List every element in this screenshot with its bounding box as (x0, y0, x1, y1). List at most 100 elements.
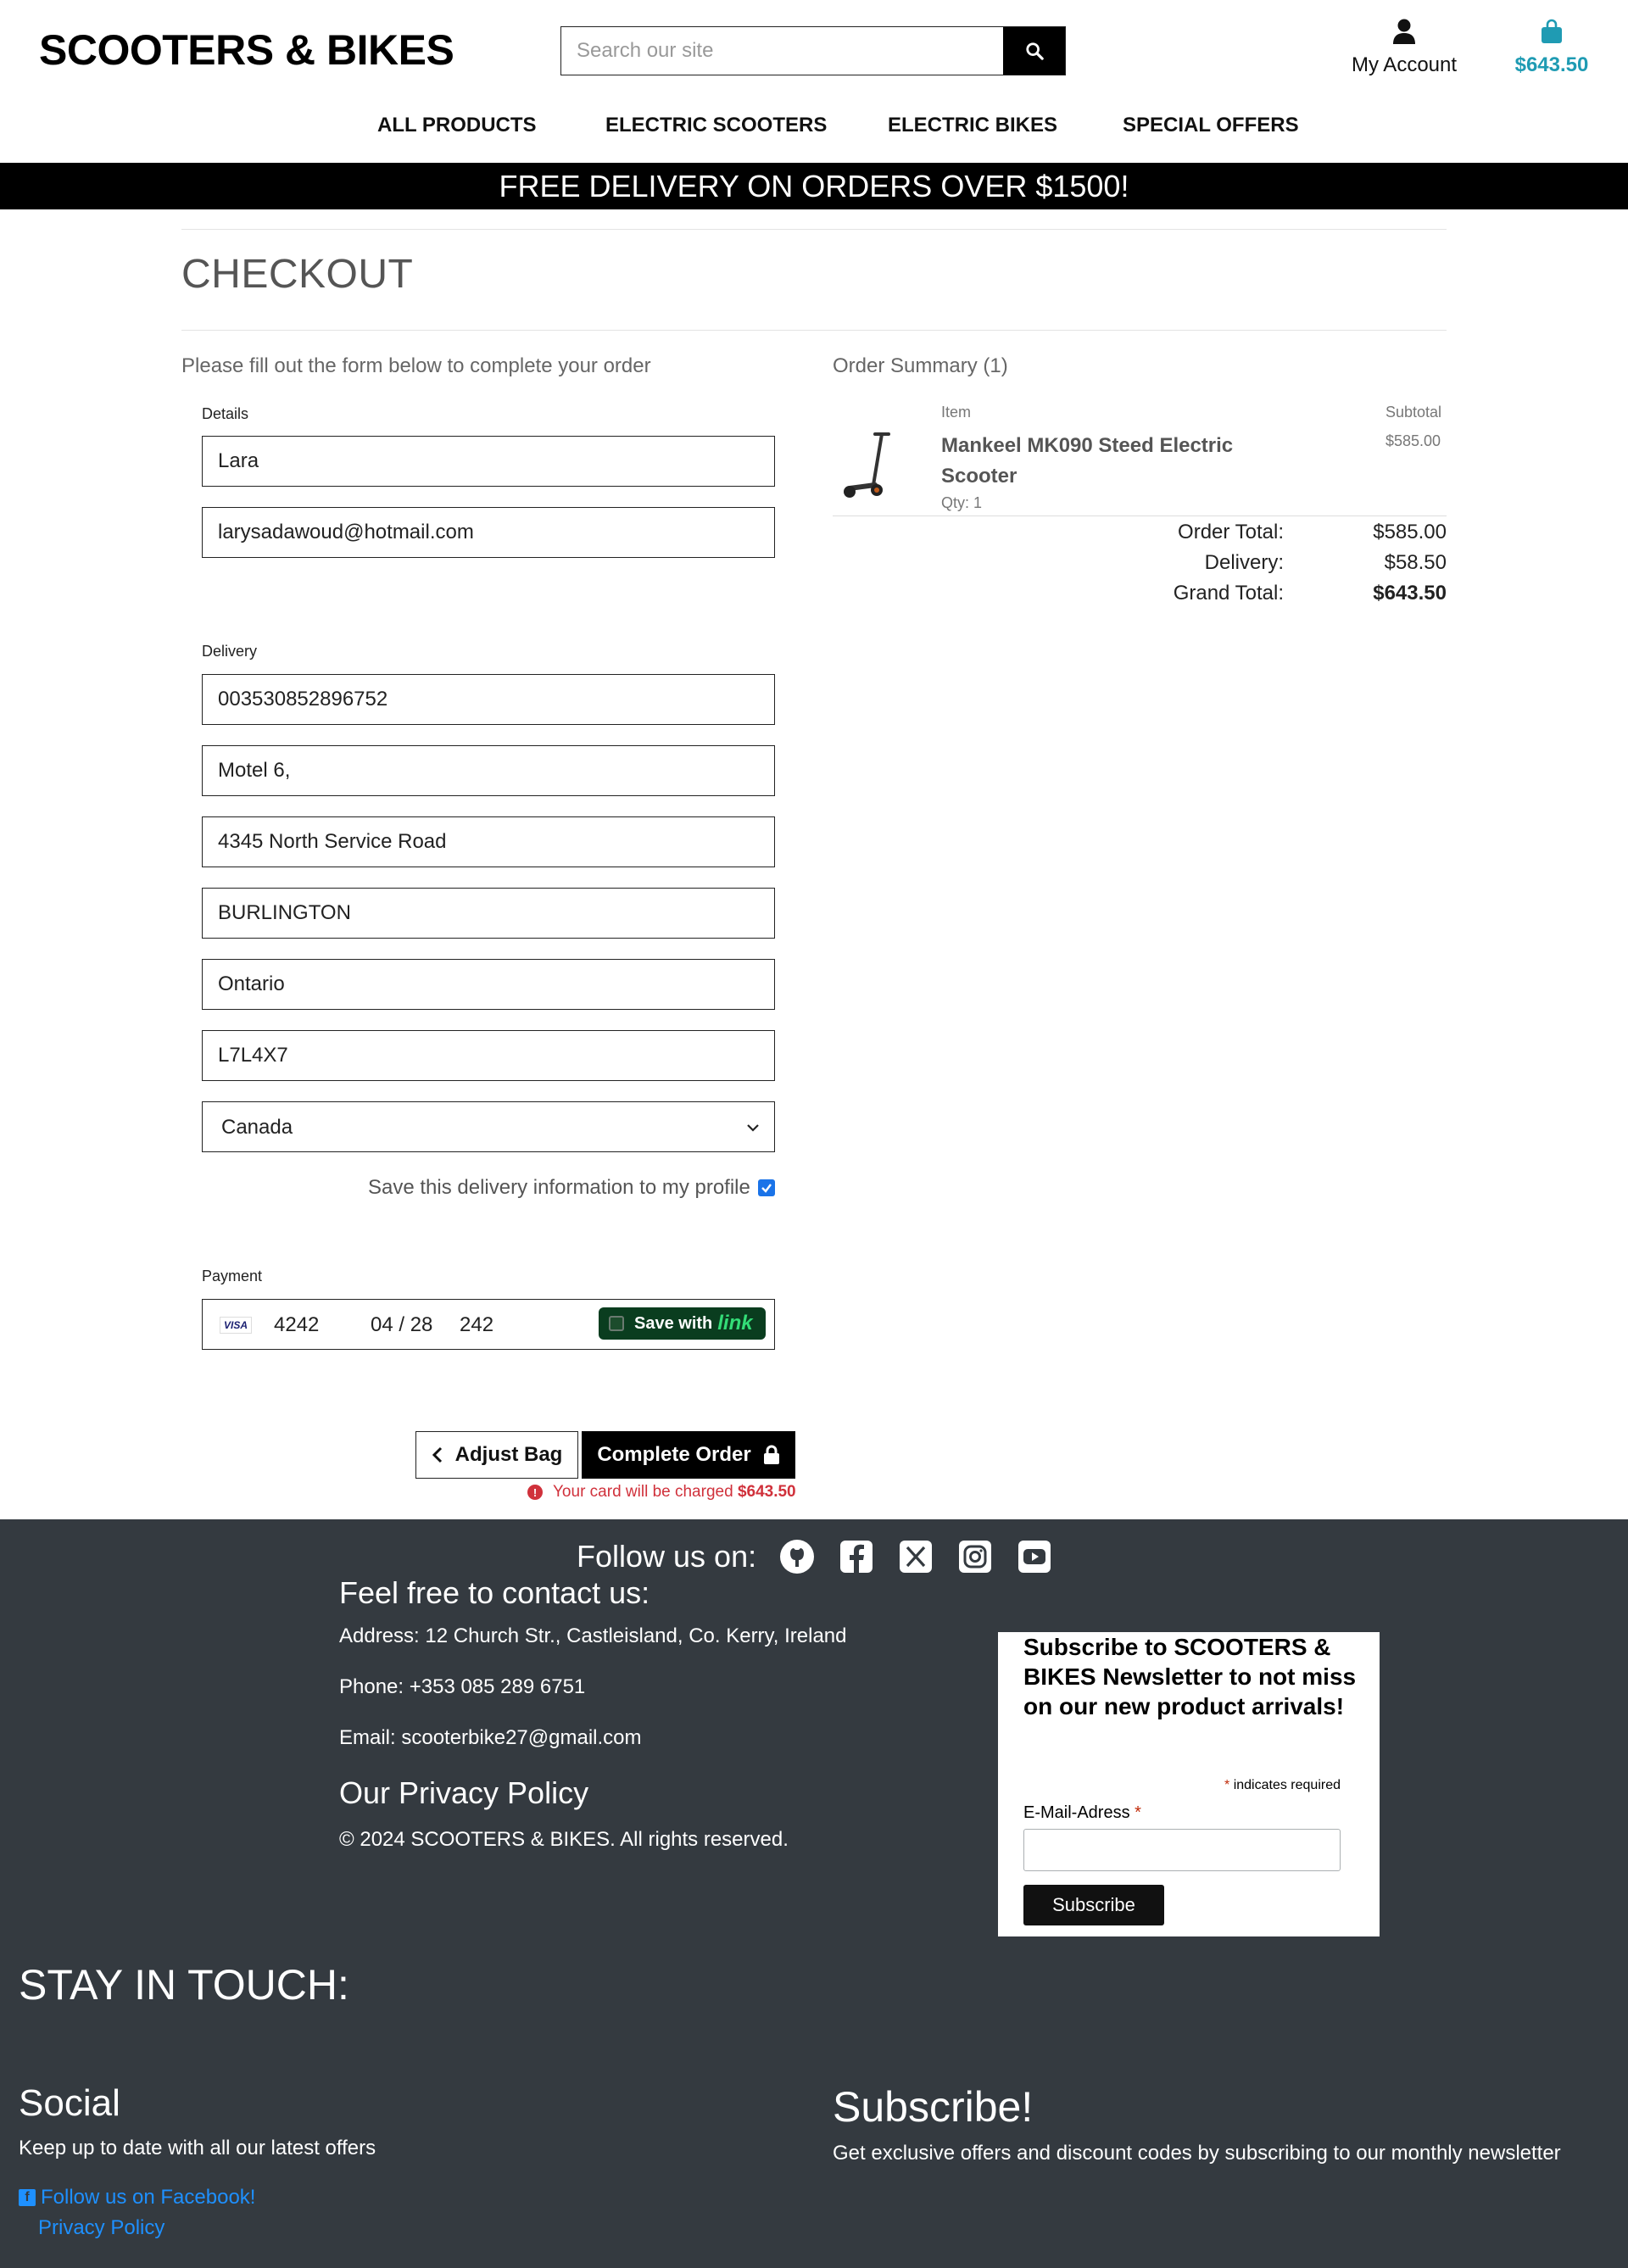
privacy-policy-link[interactable]: Privacy Policy (38, 2216, 164, 2240)
site-footer: Follow us on: Feel free to contact us: A… (0, 1519, 1628, 2268)
complete-order-label: Complete Order (597, 1443, 751, 1466)
newsletter-title: Subscribe to SCOOTERS & BIKES Newsletter… (1023, 1634, 1357, 1719)
bag-total: $643.50 (1514, 53, 1589, 76)
newsletter-email-label: E-Mail-Adress * (1023, 1803, 1141, 1822)
facebook-link-label: Follow us on Facebook! (41, 2186, 256, 2209)
grand-total-label: Grand Total: (1173, 582, 1284, 605)
link-checkbox[interactable] (609, 1316, 624, 1331)
search-bar (560, 26, 1066, 75)
delivery-value: $58.50 (1384, 551, 1447, 574)
visa-icon: VISA (220, 1317, 252, 1334)
town-field[interactable] (202, 888, 775, 939)
facebook-link[interactable]: f Follow us on Facebook! (19, 2186, 255, 2209)
delivery-banner: FREE DELIVERY ON ORDERS OVER $1500! (0, 163, 1628, 209)
nav-special-offers[interactable]: SPECIAL OFFERS (1123, 114, 1299, 137)
product-thumbnail[interactable] (839, 427, 899, 504)
my-account-link[interactable]: My Account (1348, 19, 1460, 77)
product-subtotal: $585.00 (1385, 432, 1441, 449)
chevron-left-icon (432, 1446, 442, 1463)
checkout-intro: Please fill out the form below to comple… (181, 354, 651, 377)
country-select[interactable]: Canada (202, 1101, 775, 1152)
search-button[interactable] (1003, 27, 1065, 75)
order-summary-title: Order Summary (1) (833, 354, 1008, 377)
product-qty: Qty: 1 (941, 494, 983, 511)
item-column-header: Item (941, 404, 972, 421)
newsletter-email-input[interactable] (1023, 1829, 1341, 1871)
required-note-text: indicates required (1233, 1778, 1341, 1792)
delivery-label: Delivery: (1204, 551, 1284, 574)
my-account-label: My Account (1351, 53, 1458, 76)
newsletter-form: Subscribe to SCOOTERS & BIKES Newsletter… (998, 1632, 1380, 1936)
card-expiry[interactable]: 04 / 28 (371, 1313, 432, 1337)
divider (833, 515, 1447, 516)
adjust-bag-button[interactable]: Adjust Bag (415, 1431, 578, 1479)
search-input[interactable] (561, 27, 1003, 75)
x-twitter-icon[interactable] (897, 1538, 934, 1575)
search-icon (1025, 42, 1044, 60)
social-text: Keep up to date with all our latest offe… (19, 2137, 376, 2159)
charge-text: Your card will be charged (553, 1483, 733, 1501)
charge-amount: $643.50 (737, 1483, 796, 1501)
contact-phone: Phone: +353 085 289 6751 (339, 1675, 586, 1698)
product-name[interactable]: Mankeel MK090 Steed Electric Scooter (941, 431, 1246, 492)
full-name-field[interactable] (202, 436, 775, 487)
street-address2-field[interactable] (202, 816, 775, 867)
phone-field[interactable] (202, 674, 775, 725)
postcode-field[interactable] (202, 1030, 775, 1081)
shopping-bag-icon (1542, 19, 1562, 43)
delivery-legend: Delivery (202, 643, 258, 660)
details-legend: Details (202, 405, 249, 422)
card-cvc[interactable]: 242 (460, 1313, 493, 1337)
adjust-bag-label: Adjust Bag (454, 1443, 563, 1466)
newsletter-subscribe-button[interactable]: Subscribe (1023, 1885, 1164, 1925)
email-field[interactable] (202, 507, 775, 558)
site-logo[interactable]: SCOOTERS & BIKES (39, 25, 454, 75)
nav-all-products[interactable]: ALL PRODUCTS (377, 114, 537, 137)
save-with-link-button[interactable]: Save with link (599, 1307, 766, 1340)
nav-electric-scooters[interactable]: ELECTRIC SCOOTERS (605, 114, 827, 137)
check-icon (761, 1184, 772, 1193)
divider (181, 229, 1447, 230)
card-element[interactable]: VISA 4242 04 / 28 242 Save with link (202, 1299, 775, 1350)
shopping-bag-link[interactable]: $643.50 (1509, 19, 1594, 77)
subscribe-title: Subscribe! (833, 2083, 1034, 2131)
stay-in-touch-title: STAY IN TOUCH: (19, 1961, 349, 2009)
save-info-label: Save this delivery information to my pro… (368, 1176, 750, 1199)
subscribe-text: Get exclusive offers and discount codes … (833, 2142, 1561, 2165)
county-field[interactable] (202, 959, 775, 1010)
grand-total-value: $643.50 (1373, 582, 1447, 605)
save-info-checkbox[interactable] (758, 1179, 775, 1196)
site-header: SCOOTERS & BIKES My Account $643.50 ALL … (0, 0, 1628, 163)
save-with-label: Save with (634, 1313, 713, 1333)
contact-email: Email: scooterbike27@gmail.com (339, 1726, 642, 1749)
divider (181, 330, 1447, 331)
facebook-square-icon: f (19, 2189, 36, 2206)
charge-notice: ! Your card will be charged $643.50 (527, 1483, 796, 1502)
follow-us: Follow us on: (577, 1538, 1053, 1575)
lock-icon (763, 1445, 779, 1464)
follow-label: Follow us on: (577, 1539, 757, 1574)
nav-electric-bikes[interactable]: ELECTRIC BIKES (888, 114, 1057, 137)
contact-address: Address: 12 Church Str., Castleisland, C… (339, 1624, 847, 1647)
youtube-icon[interactable] (1016, 1538, 1053, 1575)
github-icon[interactable] (778, 1538, 816, 1575)
privacy-title[interactable]: Our Privacy Policy (339, 1775, 588, 1811)
copyright: © 2024 SCOOTERS & BIKES. All rights rese… (339, 1828, 789, 1851)
street-address1-field[interactable] (202, 745, 775, 796)
complete-order-button[interactable]: Complete Order (582, 1431, 795, 1479)
page-title: CHECKOUT (181, 252, 414, 297)
newsletter-email-label-text: E-Mail-Adress (1023, 1803, 1130, 1822)
subtotal-column-header: Subtotal (1385, 404, 1442, 421)
payment-legend: Payment (202, 1268, 263, 1284)
user-icon (1393, 19, 1415, 44)
order-total-value: $585.00 (1373, 521, 1447, 543)
required-note: * indicates required (1224, 1778, 1341, 1792)
facebook-icon[interactable] (838, 1538, 875, 1575)
card-number[interactable]: 4242 (274, 1313, 319, 1337)
instagram-icon[interactable] (956, 1538, 994, 1575)
social-title: Social (19, 2082, 120, 2124)
link-logo: link (717, 1312, 753, 1335)
order-total-label: Order Total: (1178, 521, 1284, 543)
main-nav: ALL PRODUCTS ELECTRIC SCOOTERS ELECTRIC … (0, 114, 1628, 142)
alert-icon: ! (527, 1485, 543, 1500)
